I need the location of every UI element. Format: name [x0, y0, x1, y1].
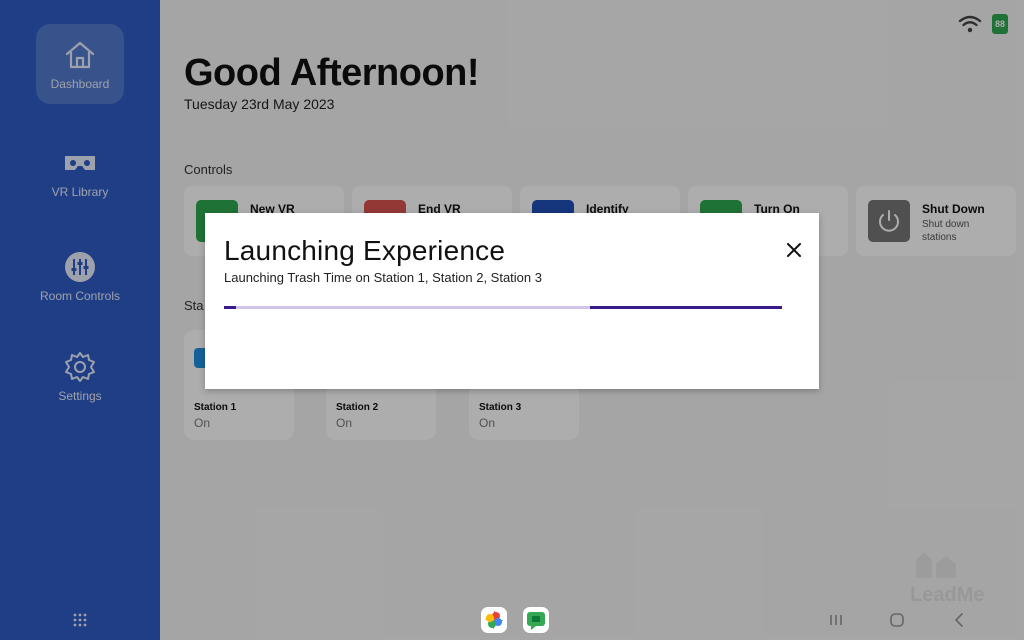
progress-indicator [224, 306, 236, 309]
progress-indicator [590, 306, 782, 309]
launching-dialog: Launching Experience Launching Trash Tim… [205, 213, 819, 389]
photos-app-icon[interactable] [481, 607, 507, 633]
home-button-icon[interactable] [889, 612, 905, 628]
dialog-message: Launching Trash Time on Station 1, Stati… [224, 270, 542, 285]
recent-apps-icon[interactable] [828, 612, 844, 628]
back-icon[interactable] [951, 612, 967, 628]
indeterminate-progress-bar [224, 306, 782, 309]
dialog-title: Launching Experience [224, 235, 506, 266]
chat-app-icon[interactable] [523, 607, 549, 633]
close-icon[interactable] [783, 239, 805, 261]
